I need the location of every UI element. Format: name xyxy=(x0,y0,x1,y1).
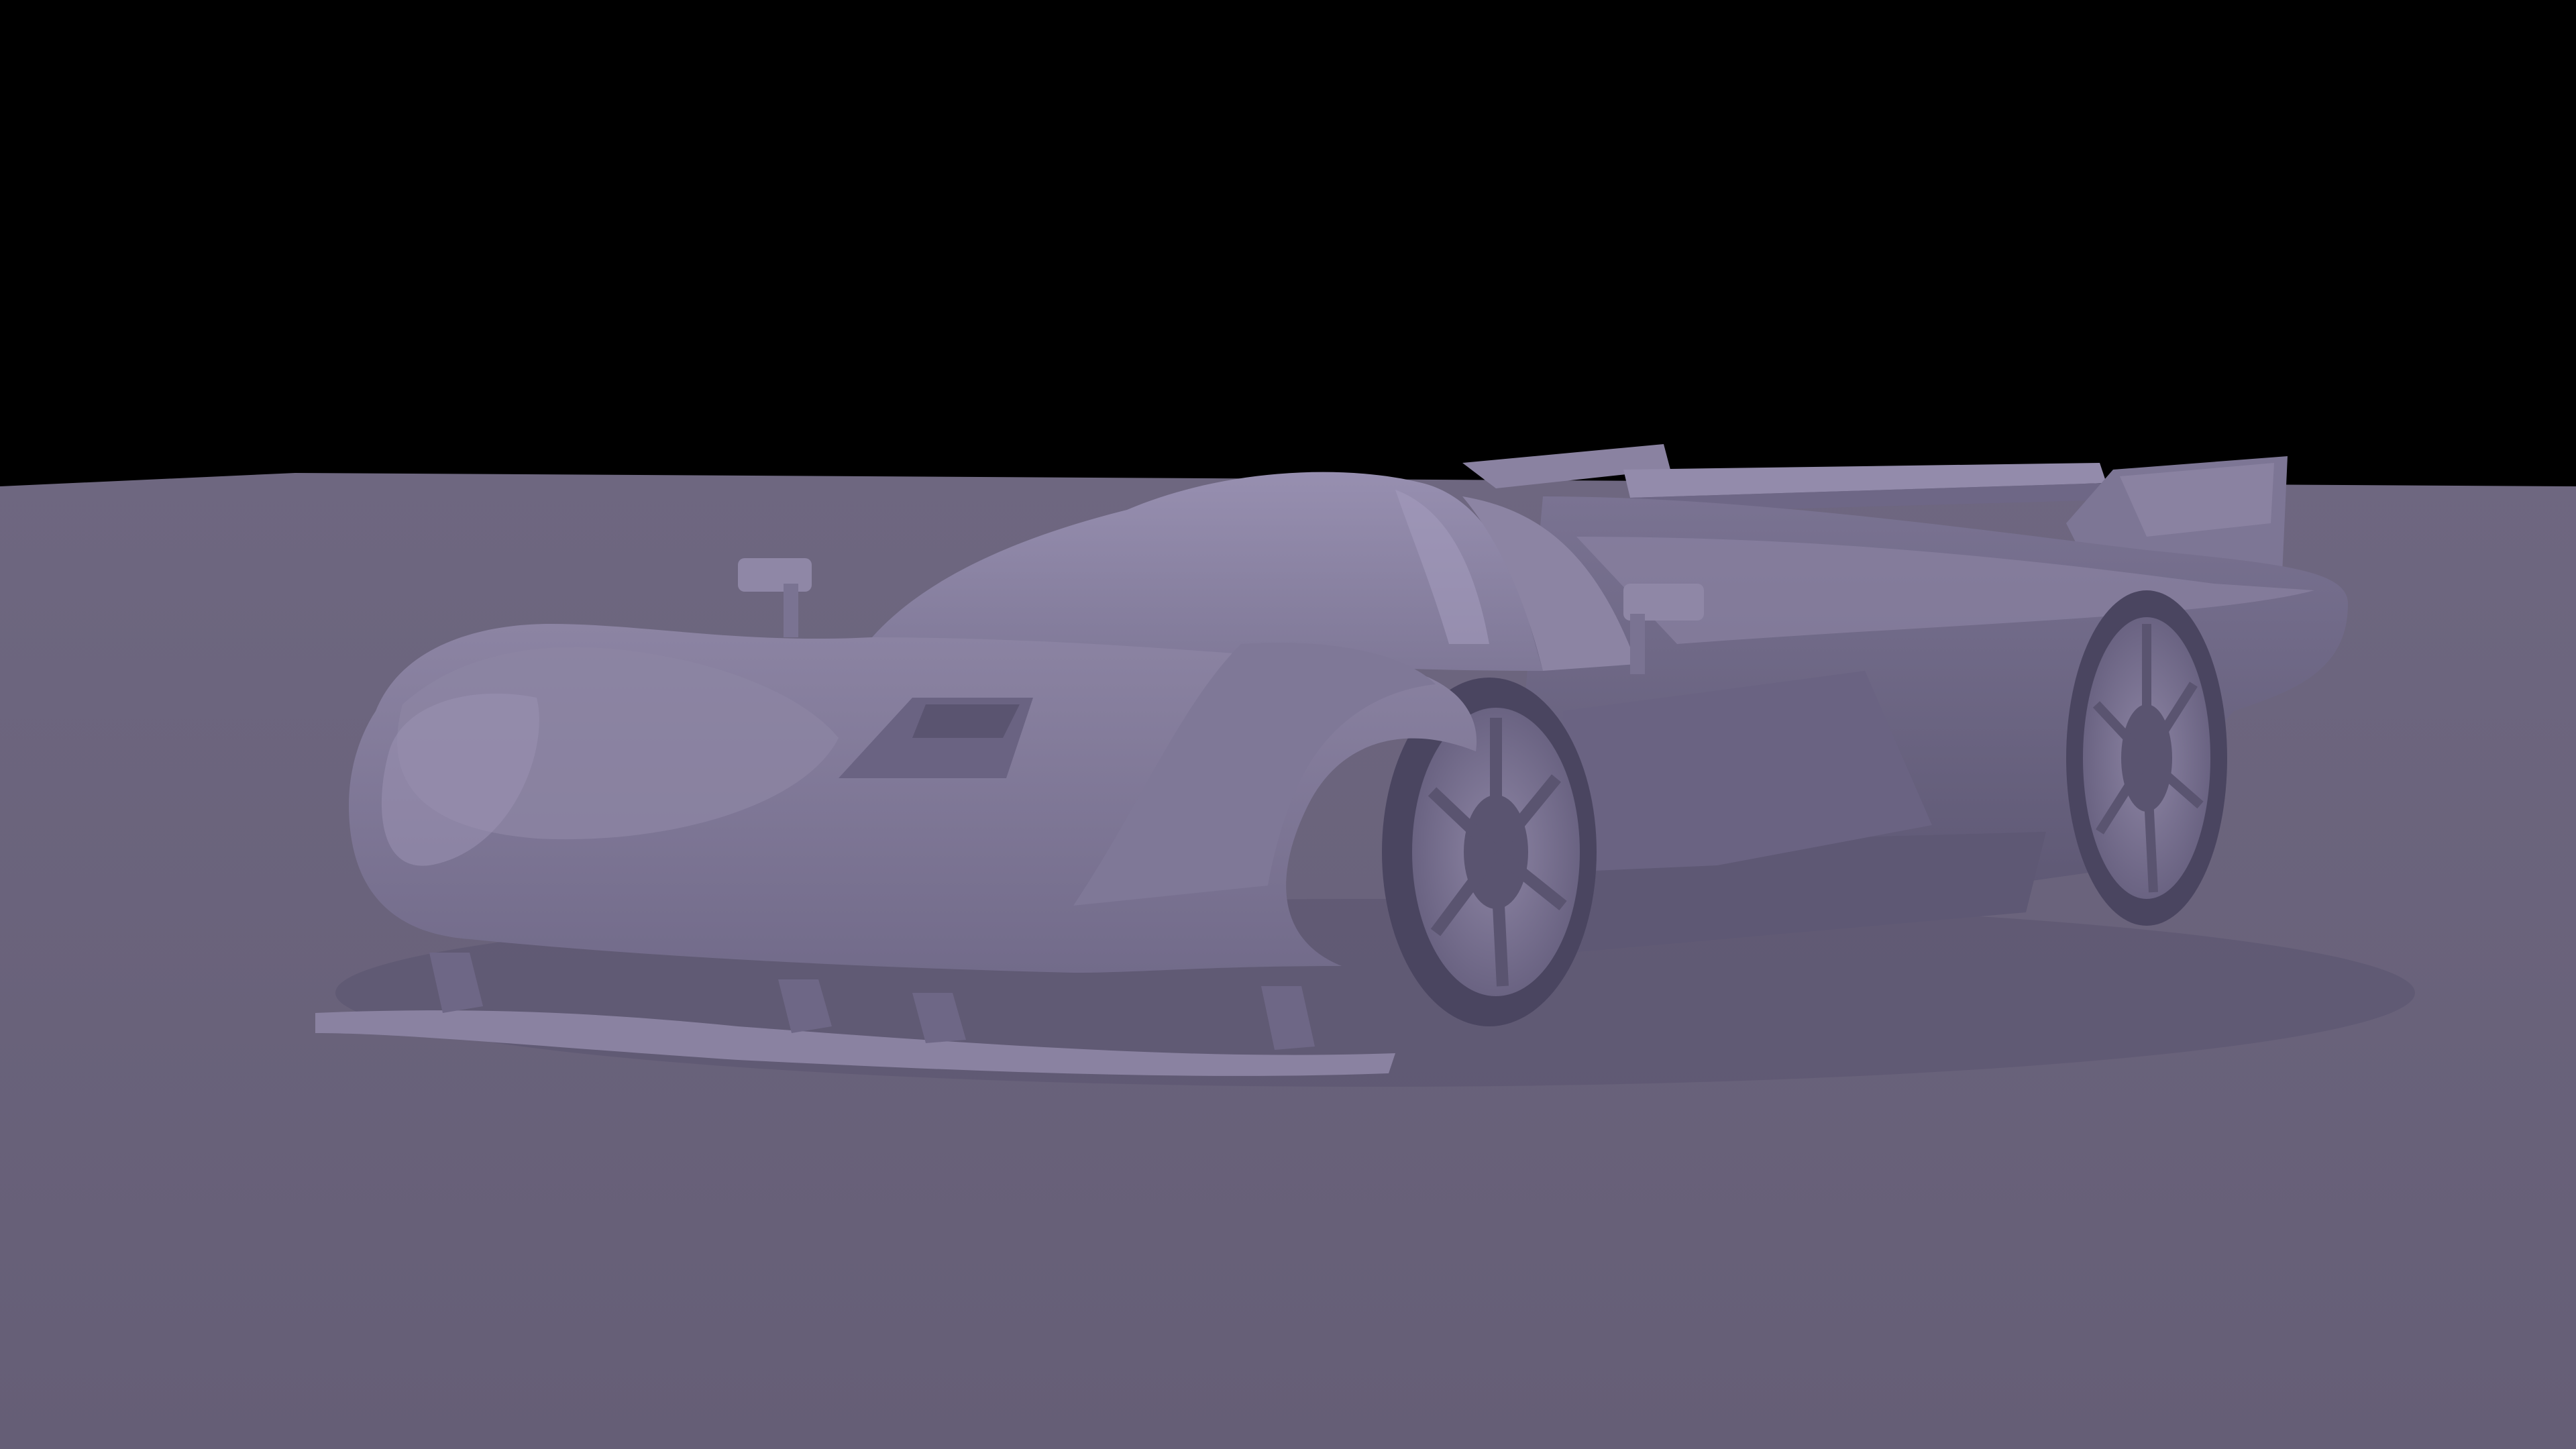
hood-vent-inner xyxy=(912,704,1020,738)
rear-wheel xyxy=(2066,590,2227,926)
car-render-scene xyxy=(0,0,2576,1449)
render-viewport xyxy=(0,0,2576,1449)
